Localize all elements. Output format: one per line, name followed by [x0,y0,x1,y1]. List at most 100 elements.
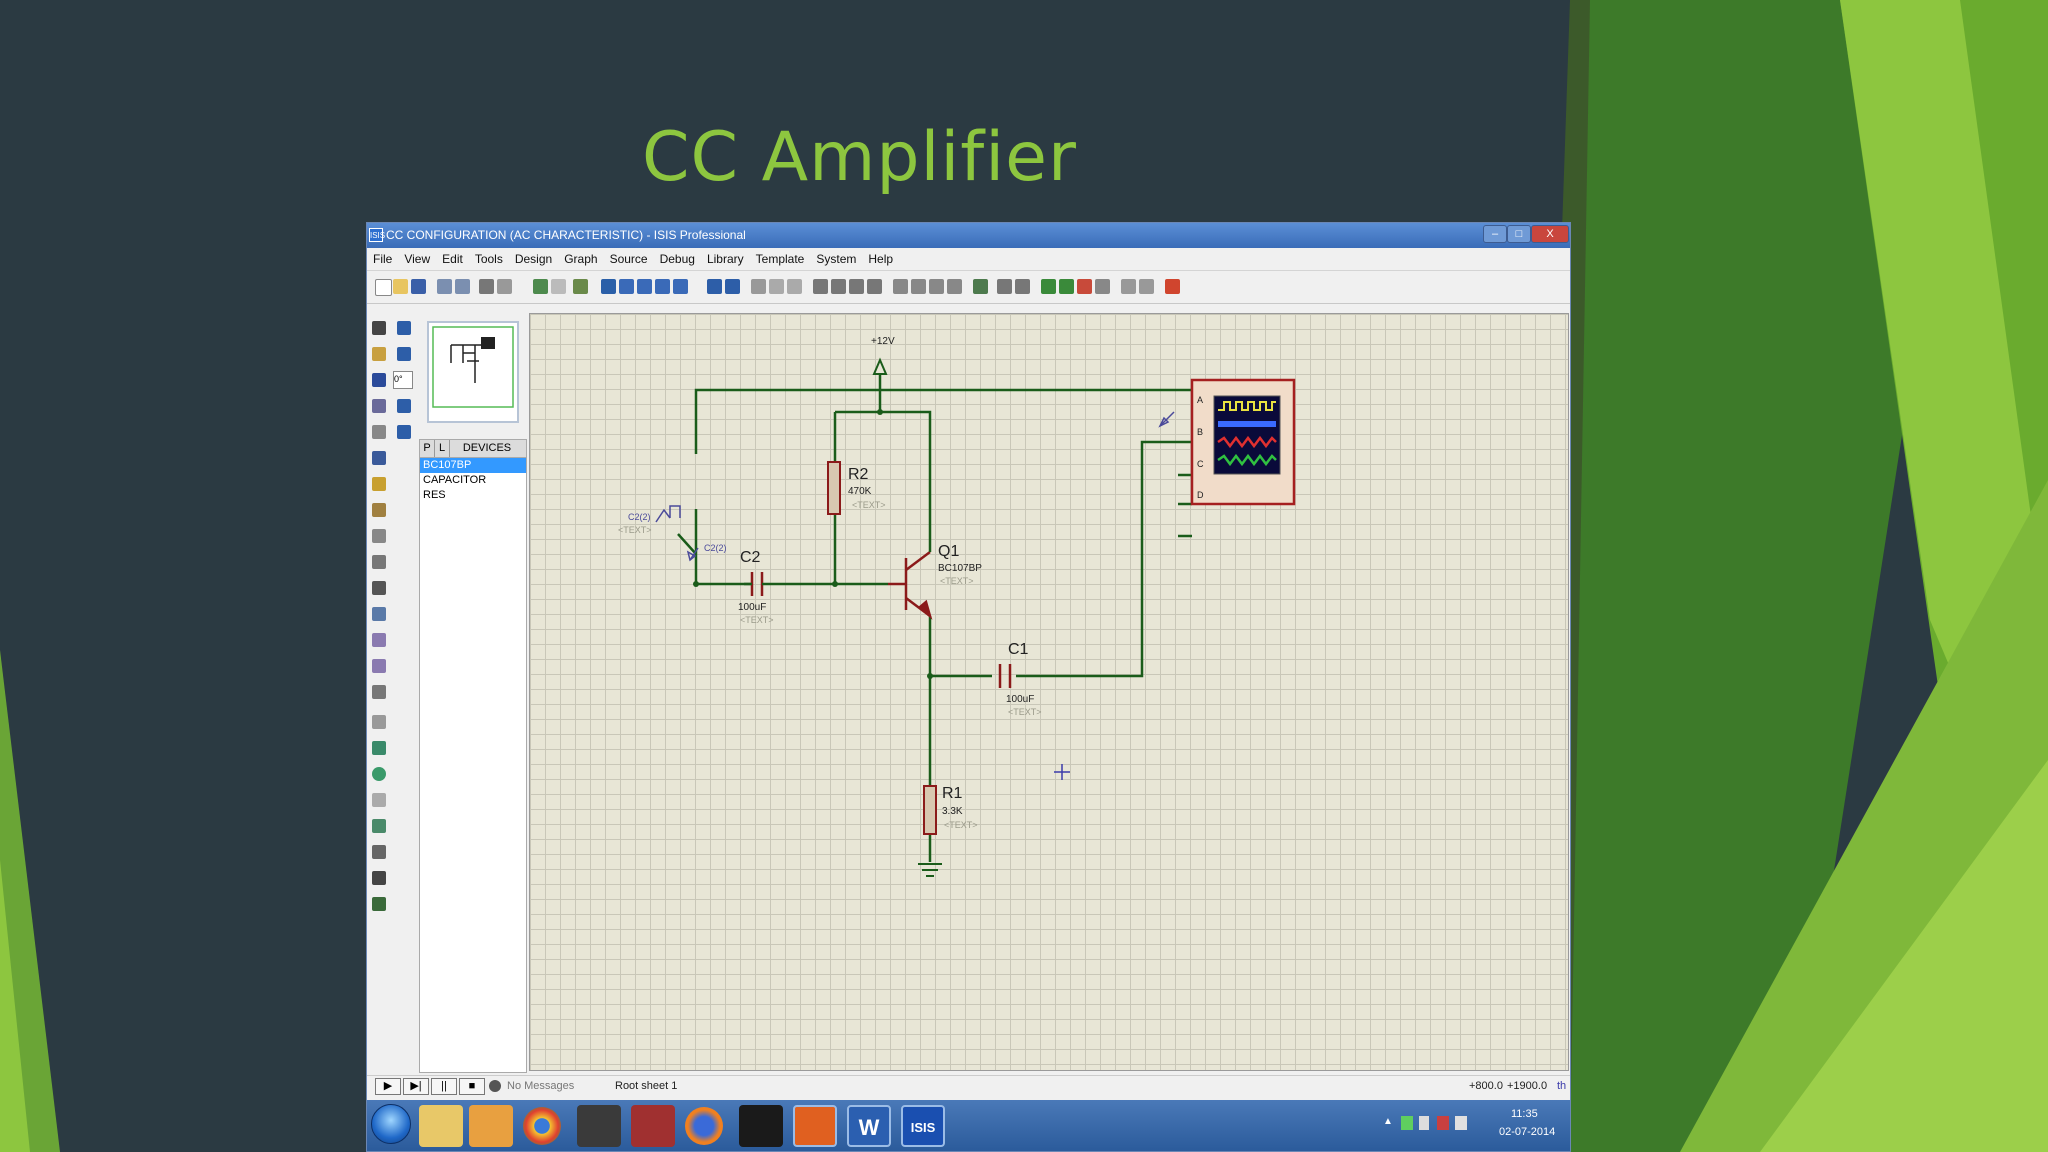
minimize-button[interactable]: – [1483,225,1507,243]
text-tool-icon[interactable] [372,845,386,859]
capacitor-c2[interactable] [744,572,776,596]
menu-system[interactable]: System [810,248,862,266]
menu-help[interactable]: Help [862,248,899,266]
tray-network-icon[interactable] [1401,1116,1413,1130]
component-mode-icon[interactable] [372,347,386,361]
maximize-button[interactable]: □ [1507,225,1531,243]
symbol-tool-icon[interactable] [372,871,386,885]
zoom-out-icon[interactable] [637,279,652,294]
origin-icon[interactable] [573,279,588,294]
open-folder-icon[interactable] [393,279,408,294]
menu-template[interactable]: Template [750,248,811,266]
save-icon[interactable] [411,279,426,294]
rotation-angle-field[interactable]: 0° [393,371,413,389]
current-probe-icon[interactable] [372,659,386,673]
rotate-clockwise-icon[interactable] [397,321,411,335]
menu-design[interactable]: Design [509,248,558,266]
cut-icon[interactable] [751,279,766,294]
start-button-icon[interactable] [371,1104,411,1144]
capacitor-c1[interactable] [998,664,1012,688]
messages-label[interactable]: No Messages [507,1080,574,1092]
box-tool-icon[interactable] [372,741,386,755]
export-icon[interactable] [455,279,470,294]
library-tab[interactable]: L [435,440,450,457]
rotate-anticlockwise-icon[interactable] [397,347,411,361]
office-taskbar-icon[interactable] [793,1105,837,1147]
select-arrow-icon[interactable] [372,321,386,335]
tray-signal-icon[interactable] [1437,1116,1449,1130]
menu-edit[interactable]: Edit [436,248,469,266]
word-taskbar-icon[interactable]: W [847,1105,891,1147]
pick-device-tab[interactable]: P [420,440,435,457]
isis-taskbar-icon[interactable]: ISIS [901,1105,945,1147]
make-device-icon[interactable] [911,279,926,294]
resistor-r2[interactable] [827,461,841,515]
grid-icon[interactable] [551,279,566,294]
matlab-taskbar-icon[interactable] [577,1105,621,1147]
menu-view[interactable]: View [398,248,436,266]
import-icon[interactable] [437,279,452,294]
chrome-taskbar-icon[interactable] [523,1107,561,1145]
copy-icon[interactable] [769,279,784,294]
wire-label-icon[interactable] [372,399,386,413]
menu-source[interactable]: Source [604,248,654,266]
oscilloscope[interactable] [1190,378,1296,506]
tray-arrow-icon[interactable]: ▲ [1383,1116,1393,1127]
autocad-taskbar-icon[interactable] [631,1105,675,1147]
menu-tools[interactable]: Tools [469,248,509,266]
signal-generator[interactable] [655,505,681,523]
zoom-area-icon[interactable] [673,279,688,294]
zoom-all-icon[interactable] [655,279,670,294]
arc-tool-icon[interactable] [372,793,386,807]
junction-dot-icon[interactable] [372,373,386,387]
device-item-capacitor[interactable]: CAPACITOR [420,473,526,488]
window-titlebar[interactable]: ISIS CC CONFIGURATION (AC CHARACTERISTIC… [367,223,1570,248]
circle-tool-icon[interactable] [372,767,386,781]
goto-sheet-icon[interactable] [1095,279,1110,294]
media-app-taskbar-icon[interactable] [739,1105,783,1147]
electrical-check-icon[interactable] [1139,279,1154,294]
overview-window[interactable] [427,321,519,423]
stop-button[interactable]: ■ [459,1078,485,1095]
menu-graph[interactable]: Graph [558,248,603,266]
ground-terminal[interactable] [918,863,942,877]
supply-terminal[interactable] [872,357,888,375]
close-button[interactable]: X [1531,225,1569,243]
play-button[interactable]: ▶ [375,1078,401,1095]
pause-button[interactable]: || [431,1078,457,1095]
step-button[interactable]: ▶| [403,1078,429,1095]
pan-icon[interactable] [601,279,616,294]
decompose-icon[interactable] [947,279,962,294]
path-tool-icon[interactable] [372,819,386,833]
virtual-instrument-icon[interactable] [372,685,386,699]
firefox-taskbar-icon[interactable] [685,1107,723,1145]
new-sheet-icon[interactable] [1041,279,1056,294]
y-mirror-icon[interactable] [397,425,411,439]
terminals-icon[interactable] [372,503,386,517]
subcircuit-icon[interactable] [372,477,386,491]
voltage-probe-icon[interactable] [372,633,386,647]
explorer-taskbar-icon[interactable] [419,1105,463,1147]
refresh-icon[interactable] [533,279,548,294]
block-rotate-icon[interactable] [849,279,864,294]
clock-date[interactable]: 02-07-2014 [1499,1126,1555,1138]
print-icon[interactable] [479,279,494,294]
block-move-icon[interactable] [831,279,846,294]
wire-autorouter-icon[interactable] [973,279,988,294]
clock-time[interactable]: 11:35 [1511,1108,1538,1120]
line-tool-icon[interactable] [372,715,386,729]
zoom-in-icon[interactable] [619,279,634,294]
schematic-canvas[interactable]: +12V R2 470K <TEXT> Q1 BC107BP <TEXT> C2… [529,313,1569,1071]
block-delete-icon[interactable] [867,279,882,294]
menu-library[interactable]: Library [701,248,750,266]
resistor-r1[interactable] [923,785,937,835]
redo-icon[interactable] [725,279,740,294]
generator-mode-icon[interactable] [372,607,386,621]
paste-icon[interactable] [787,279,802,294]
search-tag-icon[interactable] [997,279,1012,294]
device-pins-icon[interactable] [372,529,386,543]
property-tool-icon[interactable] [1015,279,1030,294]
graph-mode-icon[interactable] [372,555,386,569]
tray-volume-icon[interactable] [1455,1116,1467,1130]
text-script-icon[interactable] [372,425,386,439]
